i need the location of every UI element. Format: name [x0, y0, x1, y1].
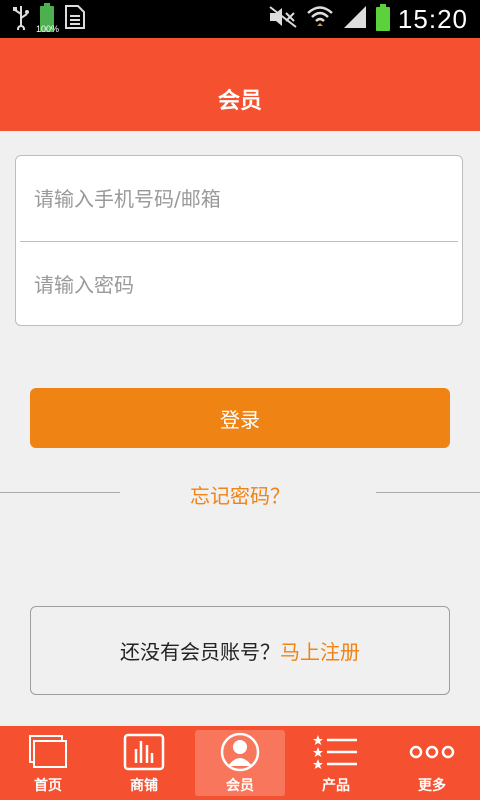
register-box: 还没有会员账号？ 马上注册 — [30, 606, 450, 695]
battery-icon: 100% — [36, 3, 59, 34]
page-title: 会员 — [217, 89, 262, 114]
tab-label: 更多 — [418, 778, 446, 794]
tab-label: 首页 — [34, 778, 62, 794]
account-input[interactable] — [16, 156, 462, 241]
usb-icon — [12, 4, 30, 34]
login-form — [15, 155, 463, 327]
tab-label: 产品 — [322, 778, 350, 794]
forgot-password-row: 忘记密码？ — [0, 480, 480, 508]
shop-icon — [121, 732, 167, 772]
app-header: 会员 — [0, 38, 480, 131]
tab-label: 商铺 — [130, 778, 158, 794]
password-input[interactable] — [16, 242, 462, 327]
tab-member[interactable]: 会员 — [192, 726, 288, 800]
wifi-icon — [306, 4, 334, 34]
status-bar: 100% 15:20 — [0, 0, 480, 38]
register-link[interactable]: 马上注册 — [280, 636, 360, 665]
member-icon — [217, 732, 263, 772]
forgot-password-link[interactable]: 忘记密码？ — [0, 480, 480, 509]
login-button[interactable]: 登录 — [30, 388, 450, 448]
more-icon — [409, 732, 455, 772]
signal-icon — [342, 4, 368, 34]
battery-icon — [375, 4, 390, 31]
tab-home[interactable]: 首页 — [0, 726, 96, 800]
battery-percent-label: 100% — [36, 24, 60, 34]
register-prompt: 还没有会员账号？ — [120, 640, 280, 664]
bottom-tab-bar: 首页 商铺 会员 产品 更多 — [0, 726, 480, 800]
sim-icon — [64, 4, 86, 34]
mute-icon — [268, 5, 298, 33]
products-icon — [313, 732, 359, 772]
home-icon — [25, 732, 71, 772]
tab-products[interactable]: 产品 — [288, 726, 384, 800]
tab-more[interactable]: 更多 — [384, 726, 480, 800]
tab-shop[interactable]: 商铺 — [96, 726, 192, 800]
divider — [376, 492, 480, 493]
tab-label: 会员 — [226, 778, 254, 794]
clock: 15:20 — [397, 3, 468, 34]
